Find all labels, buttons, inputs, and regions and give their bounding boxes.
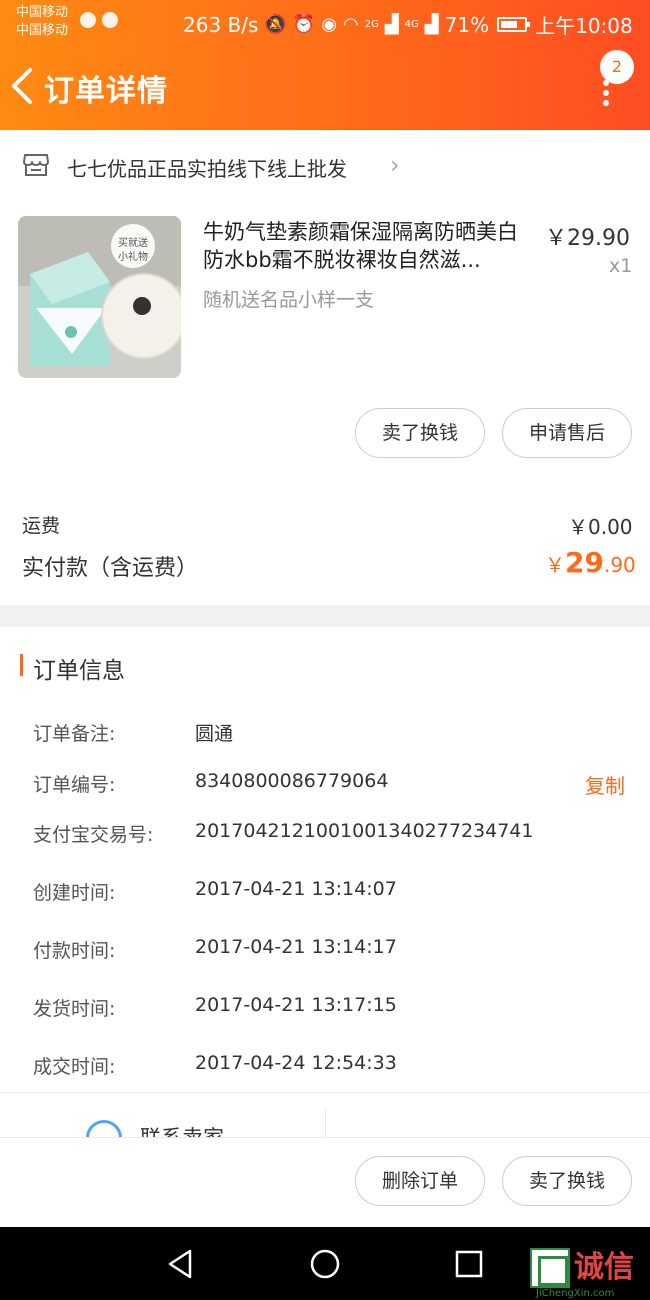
product-photo: 买就送 小礼物 (18, 216, 181, 378)
paid-time-value: 2017-04-21 13:14:17 (195, 936, 397, 958)
shop-row[interactable]: 七七优品正品实拍线下线上批发 › (0, 130, 650, 200)
carrier-labels: 中国移动 中国移动 (16, 4, 68, 40)
eye-icon: ◉ (321, 13, 337, 35)
promo-sticker-line1: 买就送 (118, 236, 148, 249)
watermark-text: 诚信 (574, 1250, 634, 1285)
created-time-label: 创建时间: (33, 882, 116, 904)
product-title[interactable]: 牛奶气垫素颜霜保湿隔离防晒美白防水bb霜不脱妆裸妆自然滋... (203, 218, 533, 274)
network-2g-label: 2G (364, 19, 379, 30)
bottom-action-bar: 删除订单 卖了换钱 (0, 1137, 650, 1227)
order-item-card: 七七优品正品实拍线下线上批发 › 买就送 小礼物 牛奶气垫素颜霜保湿隔离防晒美白… (0, 130, 650, 605)
nav-home-button[interactable] (308, 1247, 342, 1281)
order-number-value: 8340800086779064 (195, 770, 389, 792)
title-bar: 订单详情 (0, 52, 650, 126)
shipping-label: 运费 (22, 515, 61, 537)
notification-icon (80, 12, 96, 28)
order-number-label: 订单编号: (33, 774, 116, 796)
network-4g-label: 4G (404, 19, 419, 30)
chevron-right-icon: › (390, 151, 400, 179)
wifi-icon: ◠ (342, 13, 359, 35)
carrier-1: 中国移动 (16, 5, 69, 20)
shop-name: 七七优品正品实拍线下线上批发 (67, 157, 347, 181)
contact-seller-row[interactable]: 联系卖家 (0, 1092, 650, 1156)
paid-integer: 29 (565, 546, 604, 579)
product-quantity: x1 (609, 255, 633, 277)
watermark: 诚信 JiChengXin.com (530, 1248, 648, 1299)
paid-decimal: .90 (603, 553, 636, 577)
product-price: ￥29.90 (545, 226, 630, 251)
completed-time-label: 成交时间: (33, 1056, 116, 1078)
battery-icon (497, 17, 531, 32)
after-sale-button[interactable]: 申请售后 (502, 408, 632, 458)
copy-button[interactable]: 复制 (585, 770, 625, 799)
signal-icon: ▟ (384, 13, 399, 35)
watermark-url: JiChengXin.com (536, 1288, 615, 1299)
mute-icon: 🔕 (264, 13, 287, 35)
system-nav-bar: 诚信 JiChengXin.com (0, 1227, 650, 1300)
sell-button-bottom[interactable]: 卖了换钱 (502, 1156, 632, 1206)
product-subtitle: 随机送名品小样一支 (203, 289, 375, 311)
section-accent-bar (20, 654, 23, 676)
paid-currency: ￥ (545, 553, 565, 577)
paid-amount: ￥29.90 (545, 546, 636, 579)
order-info-title: 订单信息 (33, 658, 125, 684)
notification-icons (80, 12, 118, 28)
status-right: 263 B/s 🔕 ⏰ ◉ ◠ 2G ▟ 4G ▟ 71% 上午10:08 (183, 10, 633, 39)
circle-home-icon (310, 1249, 340, 1279)
paid-label: 实付款（含运费） (22, 556, 199, 581)
more-dot-icon (603, 90, 609, 96)
header: 中国移动 中国移动 263 B/s 🔕 ⏰ ◉ ◠ 2G ▟ 4G ▟ 71% … (0, 0, 650, 130)
alipay-trade-label: 支付宝交易号: (33, 824, 154, 846)
promo-sticker-line2: 小礼物 (118, 250, 148, 263)
back-button[interactable] (6, 62, 40, 110)
message-badge: 2 (600, 50, 634, 84)
page-title: 订单详情 (44, 74, 168, 109)
triangle-back-icon (168, 1249, 192, 1279)
completed-time-value: 2017-04-24 12:54:33 (195, 1052, 397, 1074)
shipped-time-value: 2017-04-21 13:17:15 (195, 994, 397, 1016)
status-bar: 中国移动 中国移动 263 B/s 🔕 ⏰ ◉ ◠ 2G ▟ 4G ▟ 71% … (0, 0, 650, 46)
network-speed: 263 B/s (183, 12, 259, 37)
nav-recent-button[interactable] (452, 1247, 486, 1281)
order-note-label: 订单备注: (33, 723, 116, 745)
wechat-icon (102, 12, 118, 28)
square-recent-icon (455, 1250, 483, 1278)
clock: 上午10:08 (535, 14, 633, 38)
product-image[interactable]: 买就送 小礼物 (18, 216, 181, 378)
watermark-logo-icon (530, 1248, 570, 1288)
created-time-value: 2017-04-21 13:14:07 (195, 878, 397, 900)
shipped-time-label: 发货时间: (33, 998, 116, 1020)
signal-icon-2: ▟ (424, 13, 439, 35)
chevron-left-icon (12, 68, 32, 104)
alarm-icon: ⏰ (292, 13, 316, 35)
nav-back-button[interactable] (164, 1247, 198, 1281)
sell-button[interactable]: 卖了换钱 (355, 408, 485, 458)
order-info-card: 订单信息 订单备注: 圆通 订单编号: 8340800086779064 复制 … (0, 627, 650, 1156)
battery-percent: 71% (444, 12, 490, 37)
paid-time-label: 付款时间: (33, 940, 116, 962)
order-note-value: 圆通 (195, 723, 234, 745)
shop-icon (23, 154, 49, 176)
delete-order-button[interactable]: 删除订单 (355, 1156, 485, 1206)
order-detail-screen: 中国移动 中国移动 263 B/s 🔕 ⏰ ◉ ◠ 2G ▟ 4G ▟ 71% … (0, 0, 650, 1300)
carrier-2: 中国移动 (16, 23, 69, 38)
alipay-trade-value: 2017042121001001340277234741 (195, 820, 534, 842)
more-dot-icon (603, 100, 609, 106)
shipping-value: ￥0.00 (568, 515, 633, 539)
